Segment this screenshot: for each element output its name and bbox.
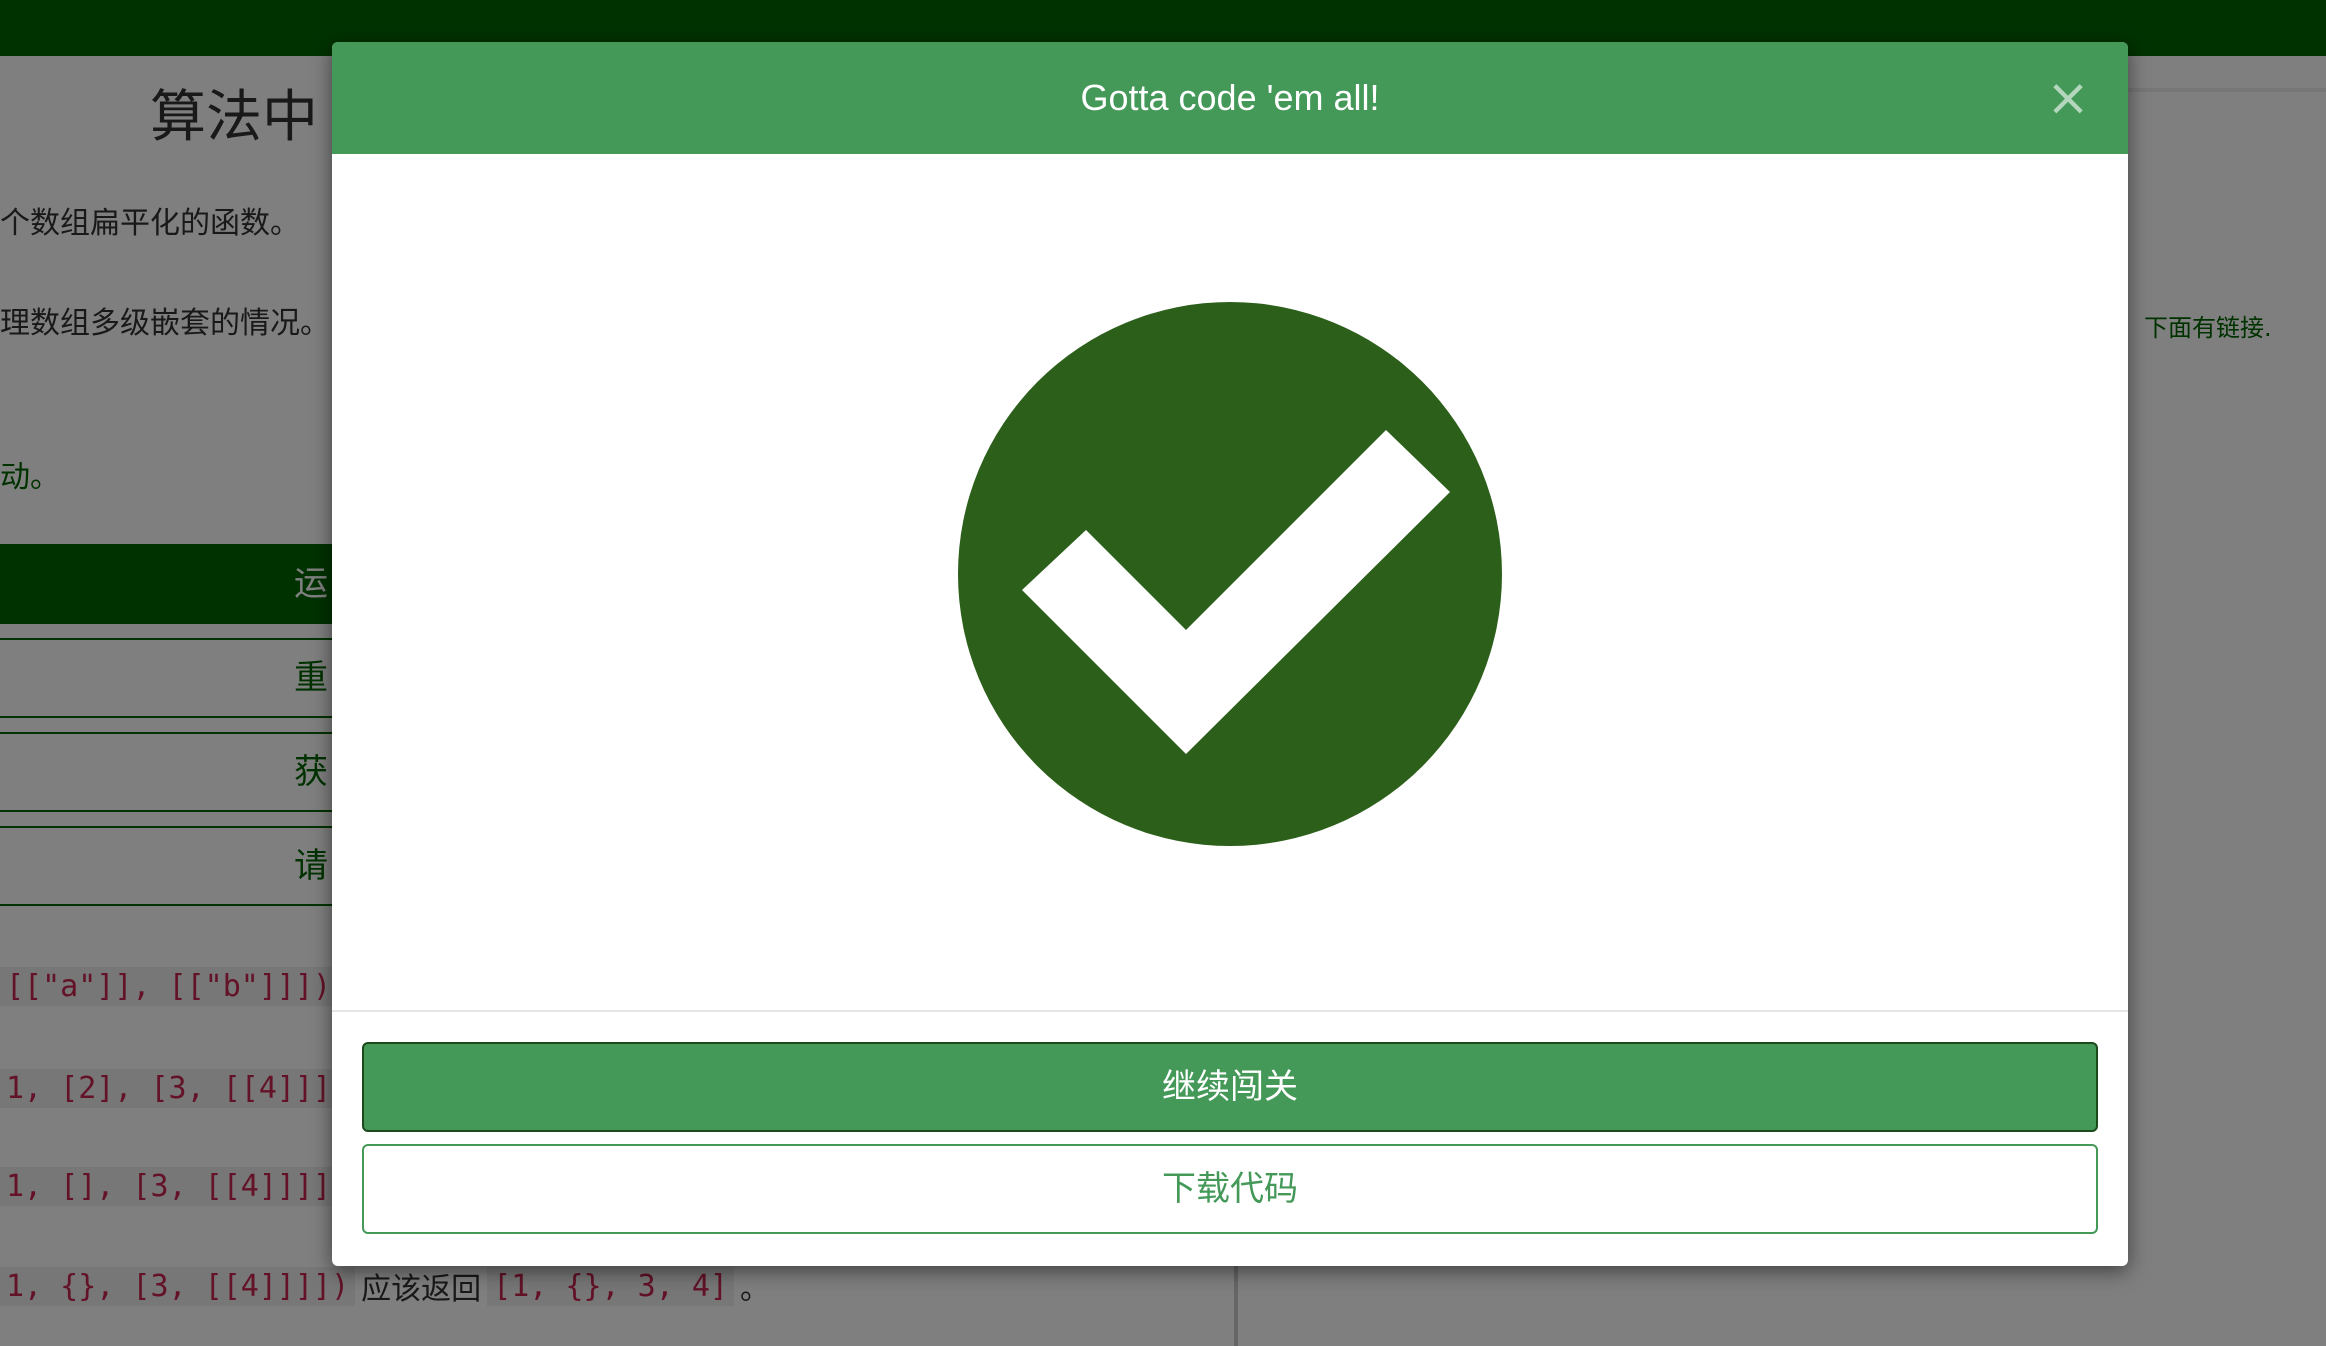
check-circle-icon [958,302,1502,846]
modal-footer-divider [332,1010,2128,1012]
success-modal: Gotta code 'em all! × 继续闯关 下载代码 [332,42,2128,1266]
modal-title: Gotta code 'em all! [1080,77,1380,118]
download-code-button[interactable]: 下载代码 [362,1144,2098,1234]
continue-challenge-button[interactable]: 继续闯关 [362,1042,2098,1132]
challenge-page: 算法中 个数组扁平化的函数。 理数组多级嵌套的情况。 动。 运 重 获 请 [[… [0,0,2326,1346]
close-icon[interactable]: × [2038,68,2098,128]
check-circle-svg [958,302,1502,846]
